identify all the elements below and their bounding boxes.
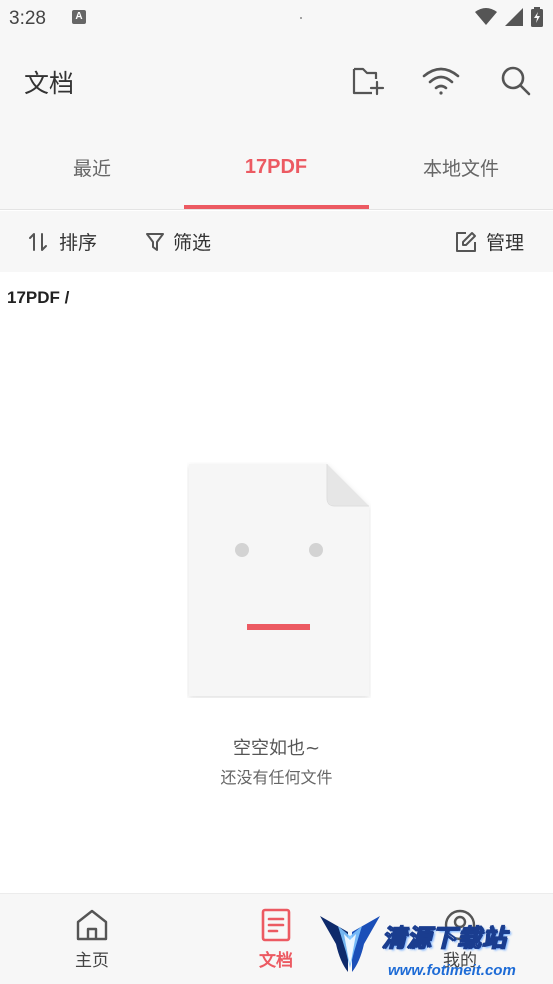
sort-button[interactable]: 排序 [28,211,97,272]
status-time: 3:28 [9,8,46,29]
tab-bar: 最近 17PDF 本地文件 [0,124,553,210]
empty-state-title: 空空如也~ [232,738,321,759]
manage-label: 管理 [486,232,525,254]
status-icons [475,7,543,27]
nav-home[interactable]: 主页 [32,908,152,971]
nav-home-label: 主页 [75,951,109,971]
edit-icon [456,231,476,252]
watermark: 清源下载站 www.fotimeit.com [318,906,546,984]
filter-label: 筛选 [173,232,212,254]
app-header: 文档 [0,38,553,124]
toolbar: 排序 筛选 管理 [0,211,553,272]
watermark-url: www.fotimeit.com [388,962,516,979]
tab-local-files[interactable]: 本地文件 [369,124,553,210]
watermark-logo-icon [320,916,380,972]
search-icon[interactable] [497,62,535,100]
notification-a-icon: A [72,10,86,24]
home-icon [76,909,108,941]
active-tab-indicator [184,205,369,209]
cell-signal-icon [505,8,523,26]
wifi-transfer-icon[interactable] [422,62,460,100]
nav-documents-label: 文档 [259,951,293,971]
page-title: 文档 [24,69,75,98]
camera-dot [300,17,302,19]
battery-icon [531,7,543,27]
breadcrumb[interactable]: 17PDF / [7,288,69,308]
sort-icon [29,232,47,251]
new-folder-icon[interactable] [350,62,388,100]
filter-button[interactable]: 筛选 [146,211,211,272]
sort-label: 排序 [59,232,98,254]
tab-recent[interactable]: 最近 [0,124,184,210]
wifi-signal-icon [475,8,497,25]
empty-document-illustration [189,464,369,696]
manage-button[interactable]: 管理 [455,211,524,272]
status-bar: 3:28 A [0,0,553,38]
tab-17pdf[interactable]: 17PDF [184,124,368,210]
empty-state-subtitle: 还没有任何文件 [220,768,333,787]
document-icon [261,908,291,942]
filter-icon [146,232,164,251]
watermark-title: 清源下载站 [382,924,507,953]
